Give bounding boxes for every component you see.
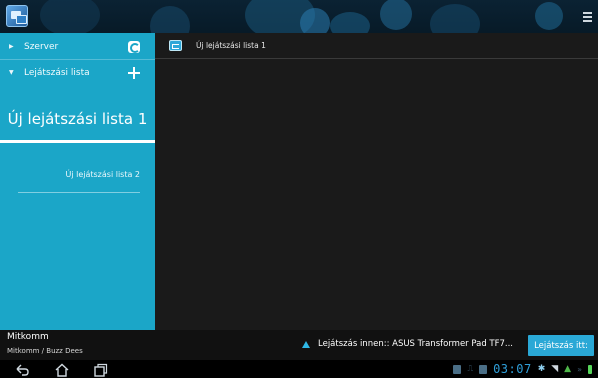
now-playing-title: Mitkomm — [7, 332, 49, 342]
background-bubble — [330, 12, 370, 33]
media-server-icon[interactable] — [6, 5, 28, 27]
playlist-icon — [169, 40, 182, 51]
chevron-right-icon: ▶ — [9, 43, 14, 50]
background-bubble — [40, 0, 100, 33]
content-header: Új lejátszási lista 1 — [155, 33, 598, 59]
now-playing-subtitle: Mitkomm / Buzz Dees — [7, 347, 83, 355]
now-playing-bar: Mitkomm Mitkomm / Buzz Dees Lejátszás in… — [0, 330, 598, 360]
content-title: Új lejátszási lista 1 — [196, 41, 266, 50]
playlist-item-selected[interactable]: Új lejátszási lista 1 — [0, 95, 155, 143]
usb-connection-icon: ⎍ — [467, 364, 474, 373]
plus-icon — [128, 66, 140, 79]
background-bubble — [430, 4, 480, 33]
sidebar-item-playlist[interactable]: ▼ Lejátszási lista — [0, 59, 155, 86]
arrow-icon: » — [577, 364, 582, 374]
battery-icon — [588, 364, 592, 374]
play-from-label: Lejátszás innen:: ASUS Transformer Pad T… — [318, 339, 514, 349]
system-navigation-bar: ⎍ 03:07 ✱ ◥ ▲ » — [0, 360, 598, 378]
background-bubble — [150, 6, 190, 33]
sidebar-item-server[interactable]: ▶ Szerver — [0, 33, 155, 60]
background-bubble — [380, 0, 412, 30]
wifi-icon: ◥ — [551, 364, 559, 374]
bluetooth-icon: ✱ — [537, 364, 546, 374]
recent-apps-icon[interactable] — [92, 362, 108, 377]
usb-icon: ▲ — [564, 364, 572, 374]
sidebar-item-label: Szerver — [24, 41, 59, 52]
back-icon[interactable] — [14, 362, 30, 376]
document-icon — [453, 364, 462, 374]
clock: 03:07 — [493, 362, 532, 376]
content-pane: Új lejátszási lista 1 — [155, 33, 598, 330]
divider — [18, 192, 140, 193]
status-area[interactable]: ⎍ 03:07 ✱ ◥ ▲ » — [453, 362, 592, 376]
refresh-button[interactable] — [127, 40, 141, 54]
background-bubble — [535, 2, 563, 30]
sidebar-item-label: Lejátszási lista — [24, 67, 90, 78]
background-bubble — [300, 8, 330, 33]
home-icon[interactable] — [54, 362, 70, 377]
sidebar: ▶ Szerver ▼ Lejátszási lista Új lejátszá… — [0, 33, 155, 330]
play-here-button[interactable]: Lejátszás itt: — [528, 335, 594, 356]
selection-indicator — [0, 140, 155, 143]
refresh-icon — [128, 40, 140, 53]
triangle-up-icon — [302, 340, 310, 348]
picture-icon — [479, 364, 488, 374]
action-bar — [0, 0, 598, 33]
chevron-down-icon: ▼ — [9, 69, 14, 76]
play-from-selector[interactable]: Lejátszás innen:: ASUS Transformer Pad T… — [302, 339, 513, 349]
overflow-menu-icon[interactable] — [583, 12, 592, 22]
playlist-item[interactable]: Új lejátszási lista 2 — [0, 170, 155, 186]
add-playlist-button[interactable] — [127, 66, 141, 80]
